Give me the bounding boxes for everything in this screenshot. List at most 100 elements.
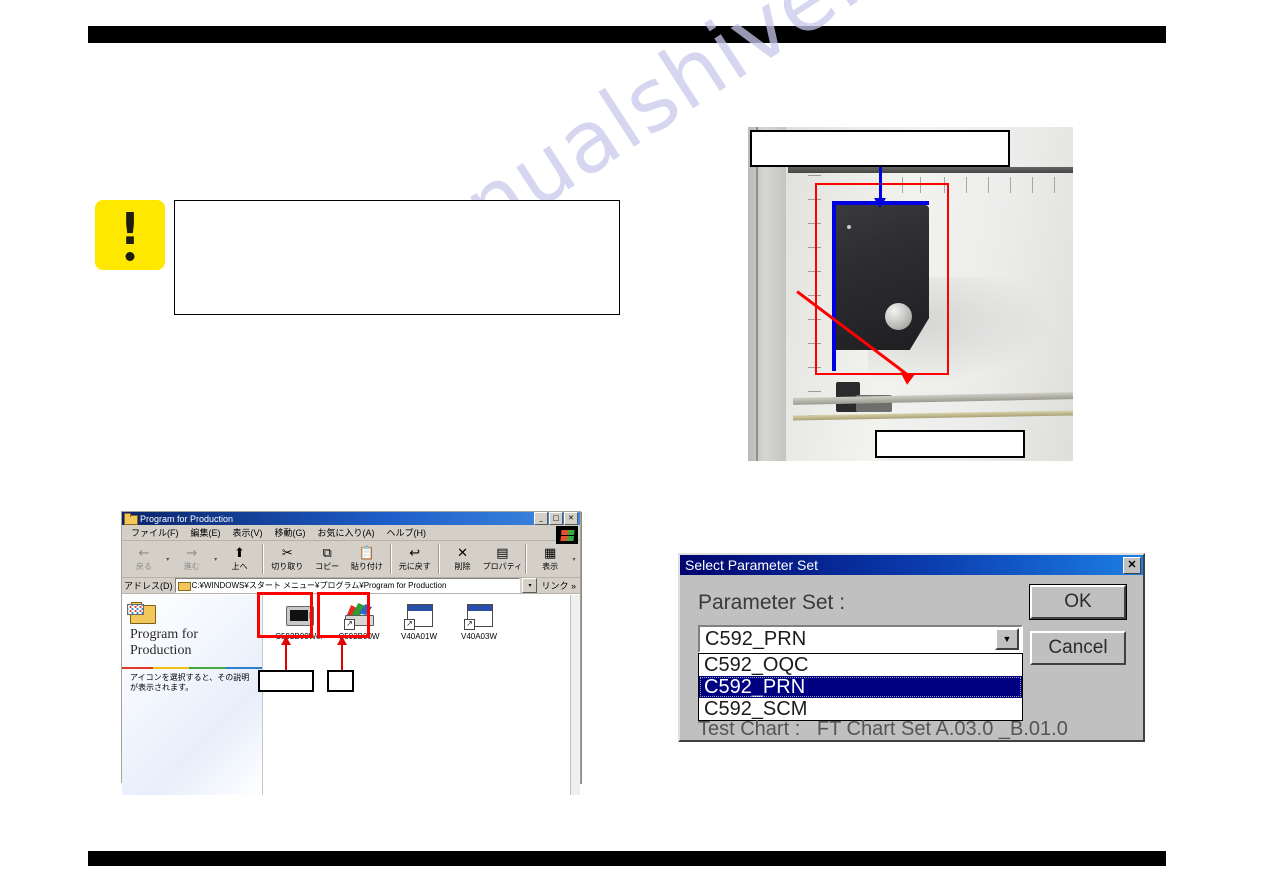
scissors-icon: ✂: [281, 546, 293, 561]
caution-icon: !: [95, 200, 165, 270]
photo-top-rail: [788, 167, 1073, 173]
info-panel-color-rule: [122, 667, 262, 669]
parameter-set-label: Parameter Set :: [698, 591, 846, 614]
delete-x-icon: ✕: [457, 546, 468, 561]
parameter-set-dropdown-list[interactable]: C592_OQC C592_PRN C592_SCM: [698, 653, 1023, 721]
carriage-rail-lower: [792, 410, 1073, 421]
toolbar-separator-3: [437, 544, 440, 574]
address-label: アドレス(D): [124, 581, 173, 591]
address-value: C:¥WINDOWS¥スタート メニュー¥プログラム¥Program for P…: [191, 581, 447, 590]
toolbar-properties-button[interactable]: ▤ プロパティ: [482, 542, 523, 576]
toolbar-separator-4: [525, 544, 528, 574]
toolbar-cut-label: 切り取り: [271, 562, 304, 571]
close-button[interactable]: ✕: [564, 512, 578, 525]
carriage-rail-upper: [792, 392, 1073, 405]
toolbar-back-label: 戻る: [135, 562, 152, 571]
views-dropdown-caret-icon[interactable]: ▾: [570, 542, 578, 576]
test-chart-label: Test Chart : FT Chart Set A.03.0 _B.01.0: [698, 718, 1068, 740]
leader-line-2: [337, 636, 347, 672]
menu-item-help[interactable]: ヘルプ(H): [381, 526, 433, 539]
window-shortcut-icon-2: ↗: [463, 601, 495, 631]
address-dropdown-button[interactable]: ▾: [522, 578, 538, 593]
file-item-v40a03w[interactable]: ↗ V40A03W: [451, 601, 507, 641]
leader-line-1: [281, 636, 291, 672]
header-redaction-bar: [88, 26, 1166, 43]
toolbar-separator-2: [389, 544, 392, 574]
shortcut-arrow-icon-2: ↗: [404, 619, 415, 630]
photo-post-edge: [756, 127, 758, 461]
explorer-title-text: Program for Production: [140, 513, 234, 524]
toolbar-views-label: 表示: [542, 562, 559, 571]
toolbar-delete-button[interactable]: ✕ 削除: [443, 542, 483, 576]
dialog-title-bar[interactable]: Select Parameter Set ✕: [680, 555, 1143, 575]
toolbar-views-button[interactable]: ▦ 表示: [530, 542, 570, 576]
photo-callout-bottom: [875, 430, 1025, 458]
dropdown-option-c592-prn[interactable]: C592_PRN: [699, 676, 1022, 698]
clipboard-icon: 📋: [358, 546, 375, 561]
toolbar-separator: [262, 544, 265, 574]
minimize-button[interactable]: _: [534, 512, 548, 525]
parameter-set-combobox[interactable]: C592_PRN ▼: [698, 625, 1023, 653]
file-item-v40a01w[interactable]: ↗ V40A01W: [391, 601, 447, 641]
info-panel-title-line1: Program for: [130, 627, 199, 642]
toolbar-paste-label: 貼り付け: [350, 562, 383, 571]
ok-button[interactable]: OK: [1030, 585, 1126, 619]
menu-item-view[interactable]: 表示(V): [227, 526, 269, 539]
annotation-blue-vertical: [832, 201, 836, 371]
dropdown-option-c592-scm[interactable]: C592_SCM: [699, 698, 1022, 720]
window-controls: _ □ ✕: [534, 512, 578, 525]
maximize-button[interactable]: □: [549, 512, 563, 525]
menu-item-favorites[interactable]: お気に入り(A): [312, 526, 381, 539]
explorer-callout-1: [258, 670, 314, 692]
dialog-body: Parameter Set : C592_PRN ▼ C592_OQC C592…: [680, 575, 1143, 742]
explorer-callout-1-text: [260, 672, 312, 676]
back-arrow-icon: ←: [138, 546, 150, 561]
toolbar-undo-label: 元に戻す: [398, 562, 431, 571]
toolbar-paste-button[interactable]: 📋 貼り付け: [347, 542, 387, 576]
dropdown-option-c592-oqc[interactable]: C592_OQC: [699, 654, 1022, 676]
windows-logo-icon: [556, 526, 578, 544]
footer-redaction-bar: [88, 851, 1166, 866]
shortcut-arrow-icon-3: ↗: [464, 619, 475, 630]
dialog-close-icon[interactable]: ✕: [1123, 556, 1141, 574]
explorer-title-bar[interactable]: Program for Production _ □ ✕: [122, 512, 580, 525]
toolbar-back-button[interactable]: ← 戻る: [124, 542, 164, 576]
toolbar-undo-button[interactable]: ↩ 元に戻す: [395, 542, 435, 576]
menu-item-edit[interactable]: 編集(E): [185, 526, 227, 539]
toolbar-properties-label: プロパティ: [482, 562, 523, 571]
explorer-info-panel: Program for Production アイコンを選択すると、その説明が表…: [122, 595, 262, 795]
photo-callout-top-text: [752, 132, 1008, 138]
copy-icon: ⧉: [322, 546, 332, 561]
forward-dropdown-caret-icon[interactable]: ▾: [212, 542, 220, 576]
info-panel-description: アイコンを選択すると、その説明が表示されます。: [130, 673, 250, 692]
file-label-2: V40A01W: [400, 632, 438, 641]
exclamation-glyph: !: [119, 204, 141, 255]
vertical-scrollbar[interactable]: [570, 595, 580, 795]
toolbar-copy-label: コピー: [315, 562, 340, 571]
chevron-down-icon[interactable]: ▼: [995, 628, 1019, 650]
dialog-title-text: Select Parameter Set: [685, 557, 819, 573]
toolbar-delete-label: 削除: [454, 562, 471, 571]
select-parameter-set-dialog: Select Parameter Set ✕ Parameter Set : C…: [678, 553, 1145, 742]
toolbar-forward-button[interactable]: → 進む: [172, 542, 212, 576]
photo-callout-bottom-text: [877, 432, 1023, 438]
menu-item-file[interactable]: ファイル(F): [125, 526, 185, 539]
menu-item-go[interactable]: 移動(G): [269, 526, 312, 539]
toolbar-copy-button[interactable]: ⧉ コピー: [307, 542, 347, 576]
cancel-button[interactable]: Cancel: [1030, 631, 1126, 665]
explorer-callout-2-text: [329, 672, 352, 676]
toolbar-up-button[interactable]: ⬆ 上へ: [220, 542, 260, 576]
printer-carriage-photo: [748, 127, 1073, 461]
highlight-box-c592b00we: [257, 592, 313, 638]
address-input[interactable]: C:¥WINDOWS¥スタート メニュー¥プログラム¥Program for P…: [174, 578, 521, 593]
caution-note-box: [174, 200, 620, 315]
info-panel-title: Program for Production: [130, 627, 198, 659]
photo-left-post: [748, 127, 786, 461]
back-dropdown-caret-icon[interactable]: ▾: [164, 542, 172, 576]
toolbar-forward-label: 進む: [183, 562, 200, 571]
toolbar-cut-button[interactable]: ✂ 切り取り: [267, 542, 307, 576]
window-shortcut-icon: ↗: [403, 601, 435, 631]
explorer-toolbar: ← 戻る ▾ → 進む ▾ ⬆ 上へ ✂ 切り取り ⧉ コピー 📋 貼り付け ↩…: [122, 541, 580, 578]
file-label-3: V40A03W: [460, 632, 498, 641]
links-button[interactable]: リンク »: [539, 579, 578, 592]
